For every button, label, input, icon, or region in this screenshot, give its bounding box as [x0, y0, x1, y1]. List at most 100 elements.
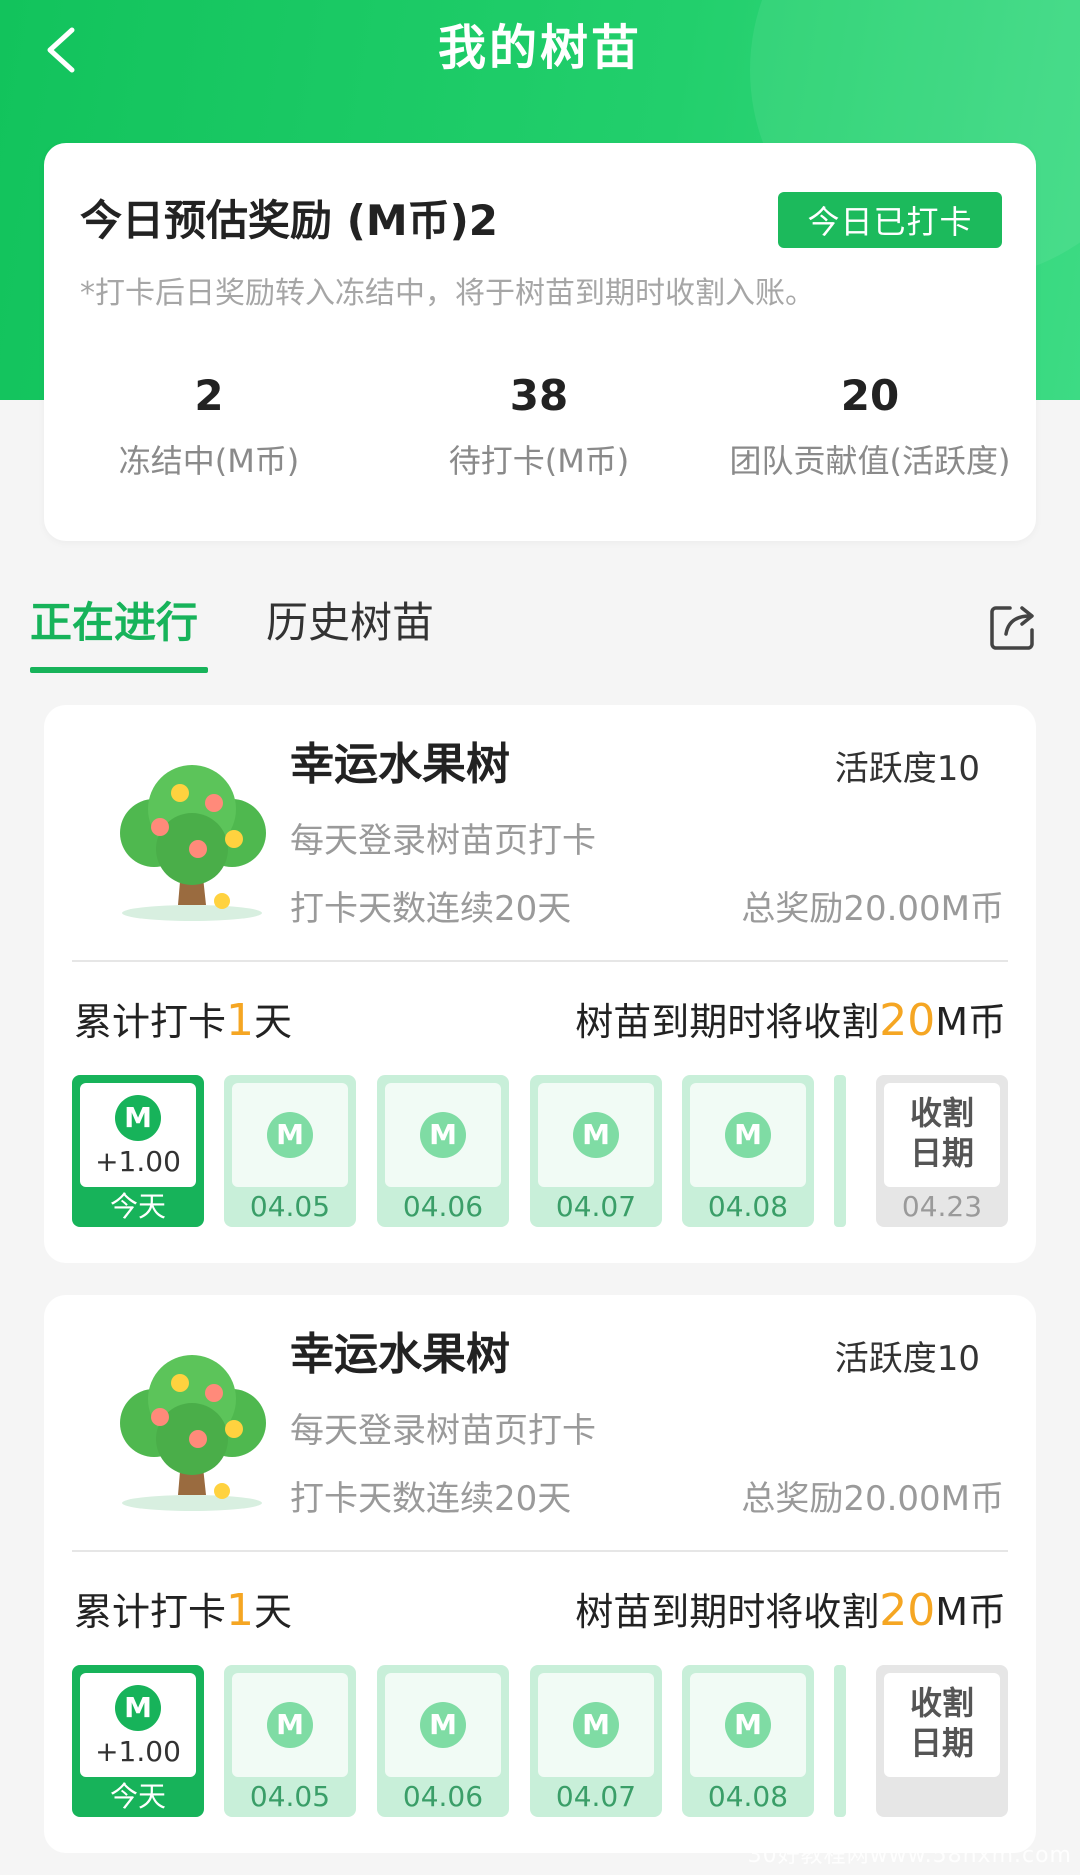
harvest-value: 20: [879, 1585, 936, 1636]
harvest-line1: 收割: [909, 1094, 974, 1132]
sapling-required-days: 打卡天数连续20天: [290, 889, 572, 929]
fruit-tree-icon: [120, 1355, 266, 1511]
m-coin-icon: M: [115, 1095, 161, 1141]
checkin-tile: M 04.05: [224, 1075, 356, 1227]
stat-team-contribution: 20 团队贡献值(活跃度): [705, 368, 1035, 482]
tile-inner: M: [385, 1673, 501, 1777]
tile-inner: M +1.00: [80, 1673, 196, 1777]
m-coin-icon: M: [725, 1112, 771, 1158]
reward-summary-card: 今日预估奖励 (M币)2 今日已打卡 *打卡后日奖励转入冻结中，将于树苗到期时收…: [44, 143, 1036, 541]
harvest-date-text: 收割 日期: [884, 1093, 1000, 1173]
stat-label: 团队贡献值(活跃度): [729, 442, 1011, 480]
m-coin-icon: M: [420, 1112, 466, 1158]
stat-label: 冻结中(M币): [118, 442, 300, 480]
tile-inner: M: [690, 1673, 806, 1777]
checkin-tile: M 04.07: [530, 1665, 662, 1817]
share-icon: [990, 606, 1034, 650]
stat-value: 38: [509, 371, 569, 420]
harvest-line2: 日期: [909, 1724, 974, 1762]
harvest-date-text: 收割 日期: [884, 1683, 1000, 1763]
harvest-info: 树苗到期时将收割20M币: [575, 995, 1006, 1048]
sapling-task: 每天登录树苗页打卡: [290, 821, 596, 861]
estimated-reward-title: 今日预估奖励 (M币)2: [80, 196, 499, 245]
checkin-tile-today[interactable]: M +1.00 今天: [72, 1665, 204, 1817]
checked-in-badge: 今日已打卡: [778, 192, 1002, 248]
harvest-date-tile: 收割 日期: [876, 1665, 1008, 1817]
m-coin-icon: M: [725, 1702, 771, 1748]
sapling-total-reward: 总奖励20.00M币: [741, 1479, 1004, 1519]
checkin-tile: M 04.05: [224, 1665, 356, 1817]
tile-date: 04.06: [402, 1190, 484, 1223]
tile-inner: M: [538, 1673, 654, 1777]
cumulative-checkin-value: 1: [226, 995, 255, 1046]
tile-inner: 收割 日期: [884, 1673, 1000, 1777]
tile-label: 今天: [109, 1190, 166, 1223]
tile-date: 04.08: [707, 1780, 789, 1813]
tile-amount: +1.00: [95, 1145, 181, 1178]
checkin-tile: M 04.08: [682, 1075, 814, 1227]
harvest-line1: 收割: [909, 1684, 974, 1722]
m-coin-icon: M: [115, 1685, 161, 1731]
sapling-card[interactable]: 幸运水果树 活跃度10 每天登录树苗页打卡 打卡天数连续20天 总奖励20.00…: [44, 1295, 1036, 1853]
m-coin-icon: M: [573, 1702, 619, 1748]
tab-in-progress[interactable]: 正在进行: [30, 594, 198, 652]
harvest-line2: 日期: [909, 1134, 974, 1172]
reward-note: *打卡后日奖励转入冻结中，将于树苗到期时收割入账。: [80, 276, 815, 311]
sapling-activity: 活跃度10: [834, 749, 980, 789]
divider: [72, 960, 1008, 962]
tile-inner: M: [690, 1083, 806, 1187]
checkin-tile: M 04.08: [682, 1665, 814, 1817]
stat-label: 待打卡(M币): [448, 442, 630, 480]
tile-date: 04.07: [555, 1780, 637, 1813]
harvest-info: 树苗到期时将收割20M币: [575, 1585, 1006, 1638]
m-coin-icon: M: [267, 1112, 313, 1158]
harvest-suffix: M币: [935, 1590, 1006, 1634]
m-coin-icon: M: [573, 1112, 619, 1158]
cumulative-checkin: 累计打卡1天: [74, 1585, 292, 1638]
tab-history[interactable]: 历史树苗: [266, 594, 434, 652]
sapling-activity: 活跃度10: [834, 1339, 980, 1379]
cumulative-checkin-suffix: 天: [254, 1000, 293, 1044]
sapling-required-days: 打卡天数连续20天: [290, 1479, 572, 1519]
stat-pending: 38 待打卡(M币): [374, 368, 704, 482]
sapling-total-reward: 总奖励20.00M币: [741, 889, 1004, 929]
sapling-name: 幸运水果树: [290, 739, 510, 790]
tile-inner: M: [232, 1673, 348, 1777]
watermark: 30好教程网www.58hxm.com: [747, 1843, 1072, 1868]
sapling-name: 幸运水果树: [290, 1329, 510, 1380]
tab-active-indicator: [30, 667, 208, 673]
harvest-date-tile: 收割 日期 04.23: [876, 1075, 1008, 1227]
divider: [72, 1550, 1008, 1552]
stat-value: 2: [194, 371, 224, 420]
page-title: 我的树苗: [437, 20, 642, 76]
cumulative-checkin: 累计打卡1天: [74, 995, 292, 1048]
m-coin-icon: M: [267, 1702, 313, 1748]
harvest-suffix: M币: [935, 1000, 1006, 1044]
stat-value: 20: [840, 371, 900, 420]
tile-label: 今天: [109, 1780, 166, 1813]
tile-inner: 收割 日期: [884, 1083, 1000, 1187]
cumulative-checkin-suffix: 天: [254, 1590, 293, 1634]
checkin-tile: M 04.06: [377, 1075, 509, 1227]
tile-amount: +1.00: [95, 1735, 181, 1768]
share-button[interactable]: [988, 600, 1040, 652]
checkin-tile-today[interactable]: M +1.00 今天: [72, 1075, 204, 1227]
tile-date: 04.08: [707, 1190, 789, 1223]
cumulative-checkin-prefix: 累计打卡: [74, 1000, 227, 1044]
harvest-prefix: 树苗到期时将收割: [575, 1590, 880, 1634]
sapling-task: 每天登录树苗页打卡: [290, 1411, 596, 1451]
tile-date: 04.05: [249, 1780, 331, 1813]
stat-frozen: 2 冻结中(M币): [44, 368, 374, 482]
checkin-tile-partial: [834, 1075, 846, 1227]
cumulative-checkin-prefix: 累计打卡: [74, 1590, 227, 1634]
tile-date: 04.07: [555, 1190, 637, 1223]
tile-date: 04.06: [402, 1780, 484, 1813]
sapling-card[interactable]: 幸运水果树 活跃度10 每天登录树苗页打卡 打卡天数连续20天 总奖励20.00…: [44, 705, 1036, 1263]
checkin-tile: M 04.07: [530, 1075, 662, 1227]
tile-inner: M +1.00: [80, 1083, 196, 1187]
harvest-date: 04.23: [901, 1190, 983, 1223]
tile-date: 04.05: [249, 1190, 331, 1223]
m-coin-icon: M: [420, 1702, 466, 1748]
tile-inner: M: [538, 1083, 654, 1187]
harvest-value: 20: [879, 995, 936, 1046]
